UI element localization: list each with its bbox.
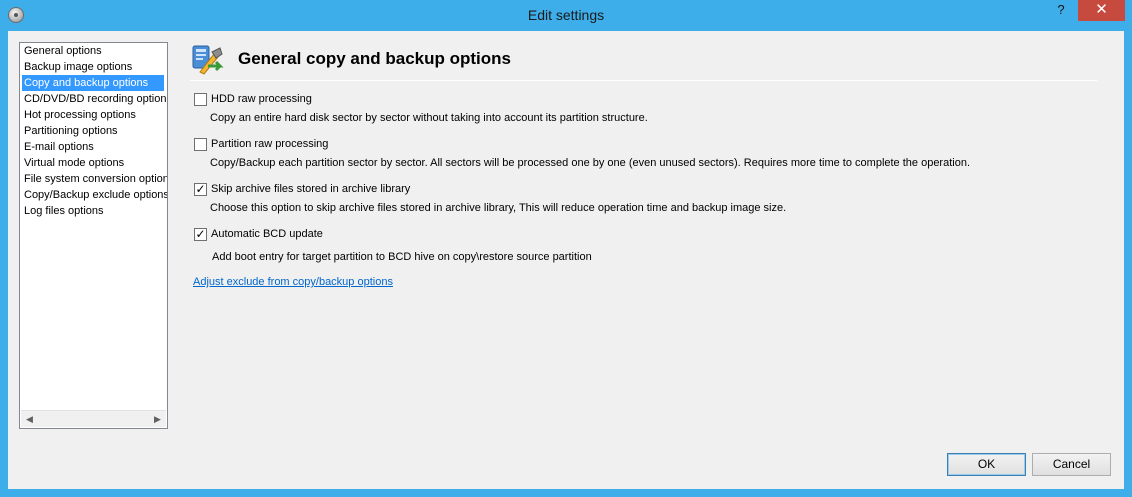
settings-category-list[interactable]: General options Backup image options Cop… — [19, 42, 168, 429]
partition-raw-processing-description: Copy/Backup each partition sector by sec… — [210, 157, 971, 169]
sidebar-item-general-options[interactable]: General options — [22, 43, 105, 59]
sidebar-item-partitioning-options[interactable]: Partitioning options — [22, 123, 121, 139]
sidebar-item-virtual-mode-options[interactable]: Virtual mode options — [22, 155, 127, 171]
title-bar[interactable]: Edit settings ? ✕ — [0, 0, 1132, 31]
sidebar-item-copy-and-backup-options[interactable]: Copy and backup options — [22, 75, 164, 91]
horizontal-scrollbar[interactable]: ◀ ▶ — [21, 410, 166, 427]
sidebar-item-file-system-conversion-options[interactable]: File system conversion options — [22, 171, 167, 187]
window-title: Edit settings — [527, 7, 605, 23]
hdd-raw-processing-checkbox[interactable] — [194, 93, 207, 106]
header-divider — [190, 80, 1097, 81]
sidebar-item-hot-processing-options[interactable]: Hot processing options — [22, 107, 139, 123]
ok-button[interactable]: OK — [947, 453, 1026, 476]
cancel-button[interactable]: Cancel — [1032, 453, 1111, 476]
checkmark-icon: ✓ — [195, 227, 206, 241]
edit-settings-window: Edit settings ? ✕ General options Backup… — [0, 0, 1132, 497]
scroll-right-icon[interactable]: ▶ — [149, 411, 166, 427]
help-button[interactable]: ? — [1046, 0, 1076, 22]
scroll-left-icon[interactable]: ◀ — [21, 411, 38, 427]
page-title: General copy and backup options — [238, 49, 511, 68]
sidebar-item-recording-options[interactable]: CD/DVD/BD recording options — [22, 91, 167, 107]
sidebar-item-email-options[interactable]: E-mail options — [22, 139, 97, 155]
close-button[interactable]: ✕ — [1078, 0, 1125, 21]
checkmark-icon: ✓ — [195, 182, 206, 196]
partition-raw-processing-checkbox[interactable] — [194, 138, 207, 151]
sidebar-item-exclude-options[interactable]: Copy/Backup exclude options — [22, 187, 167, 203]
adjust-exclude-link[interactable]: Adjust exclude from copy/backup options — [193, 276, 393, 288]
sidebar-item-backup-image-options[interactable]: Backup image options — [22, 59, 135, 75]
skip-archive-files-description: Choose this option to skip archive files… — [210, 202, 787, 214]
dialog-body: General options Backup image options Cop… — [8, 31, 1124, 489]
skip-archive-files-checkbox[interactable]: ✓ — [194, 182, 207, 196]
sidebar-item-log-files-options[interactable]: Log files options — [22, 203, 107, 219]
partition-raw-processing-label[interactable]: Partition raw processing — [211, 138, 328, 150]
hdd-raw-processing-label[interactable]: HDD raw processing — [211, 93, 312, 105]
hdd-raw-processing-description: Copy an entire hard disk sector by secto… — [210, 112, 648, 124]
settings-tools-icon — [192, 45, 224, 75]
automatic-bcd-update-description: Add boot entry for target partition to B… — [212, 251, 592, 263]
automatic-bcd-update-checkbox[interactable]: ✓ — [194, 227, 207, 241]
skip-archive-files-label[interactable]: Skip archive files stored in archive lib… — [211, 183, 410, 195]
automatic-bcd-update-label[interactable]: Automatic BCD update — [211, 228, 323, 240]
